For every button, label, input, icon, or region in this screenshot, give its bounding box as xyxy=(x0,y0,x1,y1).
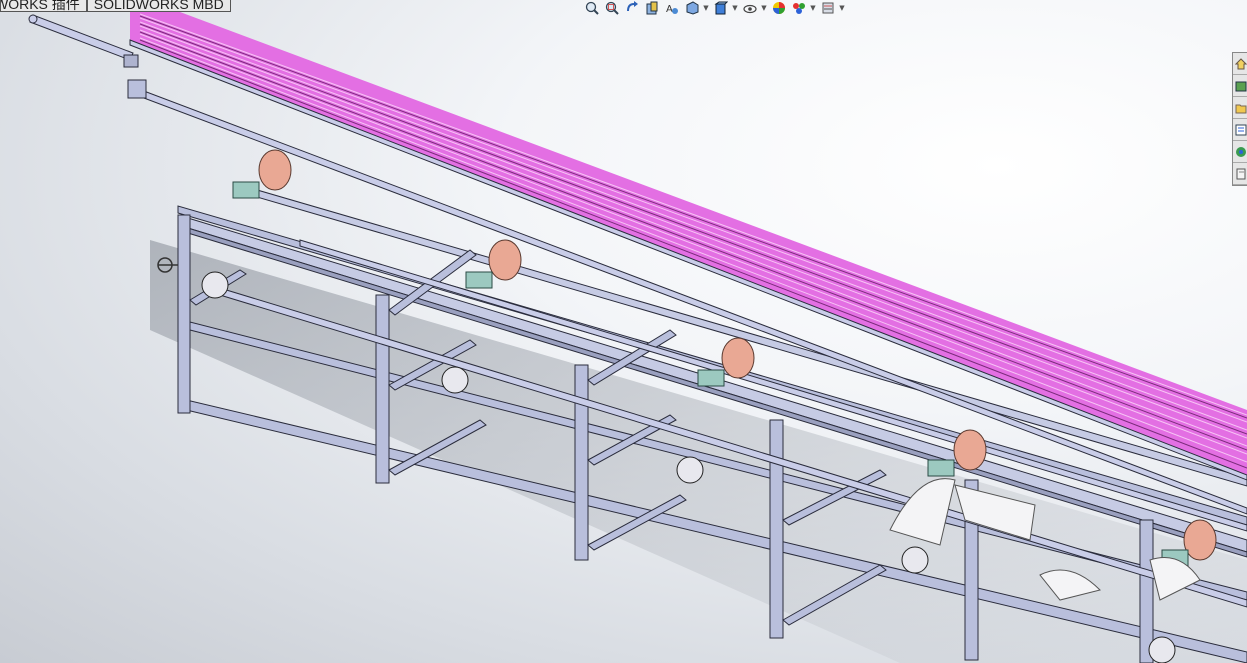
task-pane-design-library-tab[interactable] xyxy=(1233,75,1247,97)
custom-properties-icon xyxy=(1236,168,1246,179)
zoom-to-fit-button[interactable] xyxy=(583,1,600,15)
display-style-button[interactable] xyxy=(712,1,729,15)
tab-solidworks-mbd[interactable]: SOLIDWORKS MBD xyxy=(86,0,231,12)
view-orientation-menu[interactable]: ▼ xyxy=(703,1,709,15)
previous-view-icon xyxy=(626,1,638,12)
svg-text:A: A xyxy=(666,4,673,15)
zoom-to-area-button[interactable] xyxy=(603,1,620,15)
zoom-to-fit-icon xyxy=(585,1,599,15)
hide-show-items-menu[interactable]: ▼ xyxy=(761,1,767,15)
display-style-icon xyxy=(713,1,728,15)
apply-scene-menu[interactable]: ▼ xyxy=(810,1,816,15)
hide-show-items-icon xyxy=(742,4,757,14)
file-explorer-icon xyxy=(1235,104,1247,113)
view-settings-button[interactable] xyxy=(819,1,836,15)
apply-scene-icon xyxy=(792,3,805,14)
previous-view-button[interactable] xyxy=(623,1,640,15)
edit-appearance-button[interactable] xyxy=(770,1,787,15)
assembly-model[interactable] xyxy=(0,0,1247,663)
command-manager-tabs: WORKS 插件 SOLIDWORKS MBD xyxy=(0,0,231,12)
heads-up-view-toolbar: A ▼ ▼ ▼ ▼ ▼ xyxy=(583,0,845,16)
task-pane-file-explorer-tab[interactable] xyxy=(1233,97,1247,119)
view-settings-icon xyxy=(822,2,833,14)
task-pane-custom-properties-tab[interactable] xyxy=(1233,163,1247,185)
display-style-menu[interactable]: ▼ xyxy=(732,1,738,15)
dynamic-annotation-icon: A xyxy=(666,4,678,15)
section-view-button[interactable] xyxy=(643,1,660,15)
zoom-to-area-icon xyxy=(605,1,619,15)
view-orientation-button[interactable] xyxy=(683,1,700,15)
section-view-icon xyxy=(646,1,657,15)
task-pane-appearances-tab[interactable] xyxy=(1233,141,1247,163)
tab-solidworks-addins[interactable]: WORKS 插件 xyxy=(0,0,87,12)
view-settings-menu[interactable]: ▼ xyxy=(839,1,845,15)
dynamic-annotation-button[interactable]: A xyxy=(663,1,680,15)
home-icon xyxy=(1235,57,1247,69)
graphics-viewport[interactable]: WORKS 插件 SOLIDWORKS MBD A ▼ ▼ ▼ ▼ ▼ xyxy=(0,0,1247,663)
appearances-icon xyxy=(1236,146,1246,157)
task-pane-home-tab[interactable] xyxy=(1233,53,1247,75)
apply-scene-button[interactable] xyxy=(790,1,807,15)
design-library-icon xyxy=(1235,81,1247,91)
task-pane-view-palette-tab[interactable] xyxy=(1233,119,1247,141)
hide-show-items-button[interactable] xyxy=(741,1,758,15)
view-palette-icon xyxy=(1235,124,1247,135)
task-pane-tabs xyxy=(1232,52,1247,186)
loading-rod xyxy=(28,14,147,99)
edit-appearance-icon xyxy=(772,2,785,14)
view-orientation-icon xyxy=(686,1,698,15)
